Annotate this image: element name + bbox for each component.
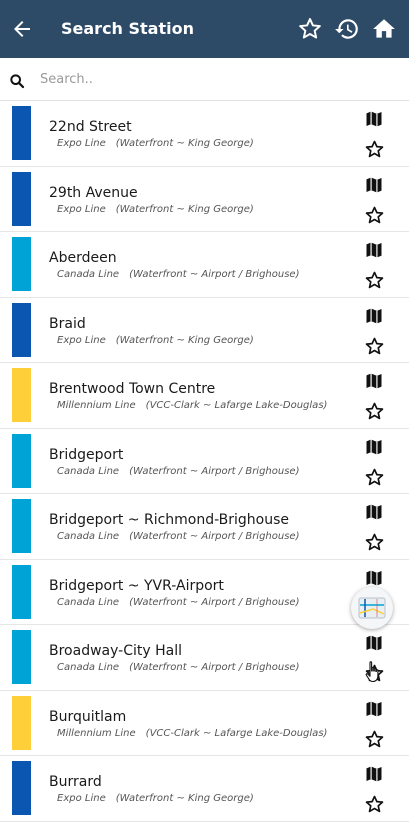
line-color-bar <box>12 761 31 815</box>
star-outline-icon[interactable] <box>364 205 385 226</box>
station-name: 22nd Street <box>49 119 132 135</box>
list-item[interactable]: Burquitlam Millennium Line (VCC-Clark ~ La… <box>0 691 409 756</box>
line-route: (Waterfront ~ King George) <box>115 138 254 149</box>
station-line-info: Expo Line (Waterfront ~ King George) <box>57 204 344 215</box>
station-list: 22nd Street Expo Line (Waterfront ~ King G… <box>0 101 409 822</box>
star-outline-icon[interactable] <box>364 532 385 553</box>
line-color-bar <box>12 171 31 226</box>
station-line-info: Canada Line (Waterfront ~ Airport / Brigh… <box>57 466 344 477</box>
star-outline-icon[interactable] <box>364 401 385 422</box>
star-outline-icon[interactable] <box>297 16 323 42</box>
station-name: Bridgeport ~ Richmond-Brighouse <box>49 512 290 528</box>
search-bar <box>0 58 409 101</box>
line-color-bar <box>12 302 31 357</box>
line-route: (Waterfront ~ King George) <box>115 334 254 346</box>
map-icon[interactable] <box>364 306 384 326</box>
station-line-info: Canada Line (Waterfront ~ Airport / Brigh… <box>57 662 344 673</box>
page-title: Search Station <box>61 19 194 38</box>
list-item[interactable]: Broadway-City Hall Canada Line (Waterfront… <box>0 625 409 691</box>
line-route: (Waterfront ~ Airport / Brighouse) <box>129 531 300 542</box>
list-item[interactable]: Aberdeen Canada Line (Waterfront ~ Airport… <box>0 232 409 298</box>
star-outline-icon[interactable] <box>364 139 385 160</box>
station-name: 29th Avenue <box>49 184 138 201</box>
line-route: (Waterfront ~ Airport / Brighouse) <box>129 465 300 477</box>
station-line-info: Canada Line (Waterfront ~ Airport / Brigh… <box>57 597 344 608</box>
line-color-bar <box>12 499 31 553</box>
line-color-bar <box>12 433 31 488</box>
star-outline-icon[interactable] <box>364 336 385 357</box>
station-name: Burquitlam <box>49 708 127 725</box>
line-color-bar <box>12 237 31 291</box>
station-name: Burrard <box>49 774 102 790</box>
line-color-bar <box>12 695 31 750</box>
station-line-info: Millennium Line (VCC-Clark ~ Lafarge Lake… <box>57 728 344 739</box>
line-route: (VCC-Clark ~ Lafarge Lake-Douglas) <box>145 727 328 739</box>
map-icon[interactable] <box>364 437 384 457</box>
line-color-bar <box>12 630 31 684</box>
station-line-info: Expo Line (Waterfront ~ King George) <box>57 138 344 149</box>
station-line-info: Canada Line (Waterfront ~ Airport / Brigh… <box>57 531 344 542</box>
list-item[interactable]: Braid Expo Line (Waterfront ~ King George) <box>0 298 409 363</box>
station-name: Bridgeport ~ YVR-Airport <box>49 577 224 594</box>
station-line-info: Expo Line (Waterfront ~ King George) <box>57 335 344 346</box>
list-item[interactable]: Bridgeport ~ YVR-Airport Canada Line (Wate… <box>0 560 409 625</box>
app-bar: Search Station <box>0 0 409 58</box>
line-name: Expo Line <box>57 793 106 804</box>
line-route: (Waterfront ~ Airport / Brighouse) <box>129 662 300 673</box>
line-name: Canada Line <box>57 596 120 608</box>
history-icon[interactable] <box>334 16 360 42</box>
star-outline-icon[interactable] <box>364 729 385 750</box>
search-icon <box>10 74 25 89</box>
star-outline-icon[interactable] <box>364 467 385 488</box>
line-color-bar <box>12 106 31 160</box>
station-name: Braid <box>49 315 86 332</box>
list-item[interactable]: Burrard Expo Line (Waterfront ~ King Georg… <box>0 756 409 822</box>
line-route: (VCC-Clark ~ Lafarge Lake-Douglas) <box>145 400 328 411</box>
line-name: Canada Line <box>57 531 120 542</box>
list-item[interactable]: 22nd Street Expo Line (Waterfront ~ King G… <box>0 101 409 167</box>
station-name: Broadway-City Hall <box>49 643 182 659</box>
map-icon[interactable] <box>364 699 384 719</box>
list-item[interactable]: 29th Avenue Expo Line (Waterfront ~ King G… <box>0 167 409 232</box>
line-route: (Waterfront ~ King George) <box>115 203 254 215</box>
floating-map-button[interactable] <box>351 587 393 629</box>
line-name: Expo Line <box>57 334 106 346</box>
map-icon[interactable] <box>364 175 384 195</box>
map-icon[interactable] <box>364 764 384 784</box>
line-name: Canada Line <box>57 465 120 477</box>
line-route: (Waterfront ~ King George) <box>115 793 254 804</box>
station-name: Brentwood Town Centre <box>49 381 216 397</box>
map-icon[interactable] <box>364 240 384 260</box>
map-icon[interactable] <box>364 502 384 522</box>
map-icon[interactable] <box>364 109 384 129</box>
line-route: (Waterfront ~ Airport / Brighouse) <box>129 269 300 280</box>
hand-cursor-icon <box>365 661 379 683</box>
map-icon[interactable] <box>364 633 384 653</box>
station-line-info: Canada Line (Waterfront ~ Airport / Brigh… <box>57 269 344 280</box>
list-item[interactable]: Brentwood Town Centre Millennium Line (VCC… <box>0 363 409 429</box>
line-name: Expo Line <box>57 203 106 215</box>
search-input[interactable] <box>40 68 390 90</box>
line-color-bar <box>12 564 31 619</box>
arrow-back-icon[interactable] <box>10 17 34 41</box>
star-outline-icon[interactable] <box>364 270 385 291</box>
station-line-info: Expo Line (Waterfront ~ King George) <box>57 793 344 804</box>
map-icon[interactable] <box>364 568 384 588</box>
line-name: Millennium Line <box>57 400 136 411</box>
line-name: Canada Line <box>57 662 120 673</box>
home-icon[interactable] <box>371 16 397 42</box>
station-name: Aberdeen <box>49 250 117 266</box>
line-name: Expo Line <box>57 138 106 149</box>
star-outline-icon[interactable] <box>364 794 385 815</box>
line-name: Millennium Line <box>57 727 136 739</box>
line-route: (Waterfront ~ Airport / Brighouse) <box>129 596 300 608</box>
line-color-bar <box>12 368 31 422</box>
map-icon[interactable] <box>364 371 384 391</box>
station-name: Bridgeport <box>49 446 124 463</box>
station-line-info: Millennium Line (VCC-Clark ~ Lafarge Lake… <box>57 400 344 411</box>
line-name: Canada Line <box>57 269 120 280</box>
list-item[interactable]: Bridgeport ~ Richmond-Brighouse Canada Li… <box>0 494 409 560</box>
list-item[interactable]: Bridgeport Canada Line (Waterfront ~ Airpo… <box>0 429 409 494</box>
transit-map-icon <box>358 597 386 619</box>
